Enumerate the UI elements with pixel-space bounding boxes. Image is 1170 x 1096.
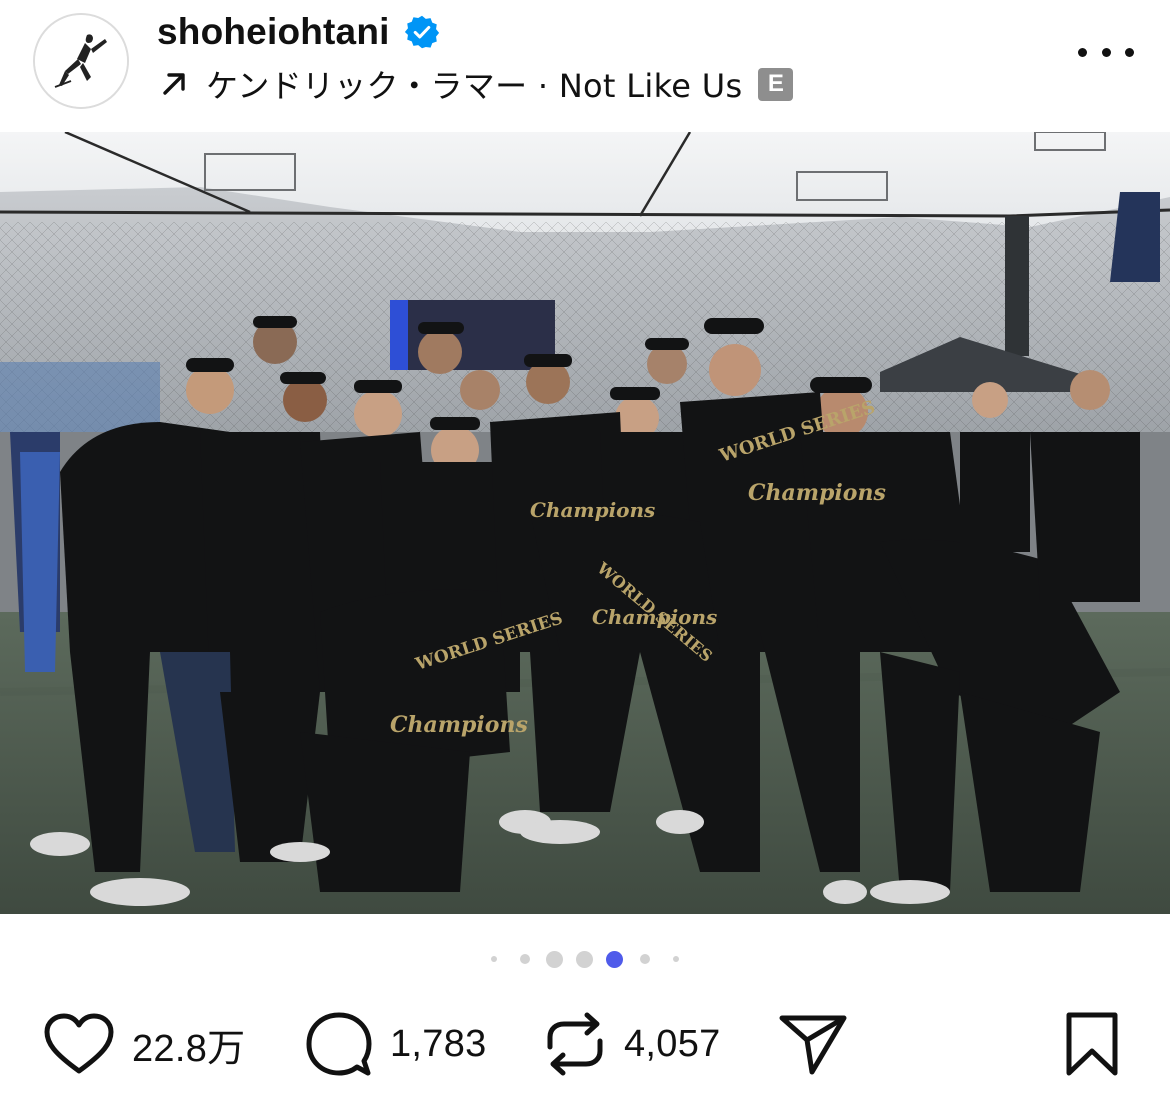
repost-icon [547, 1012, 603, 1076]
share-button[interactable] [778, 1008, 848, 1080]
comment-count: 1,783 [390, 1022, 487, 1065]
more-options-button[interactable] [1078, 36, 1134, 68]
more-dot-icon [1101, 47, 1111, 57]
shirt-text-script: Champions [530, 498, 655, 522]
username[interactable]: shoheiohtani [157, 11, 390, 53]
like-button[interactable]: 22.8万 [44, 1008, 245, 1080]
carousel-dot [576, 951, 593, 968]
more-dot-icon [1078, 47, 1087, 57]
bookmark-icon [1066, 1012, 1118, 1076]
verified-badge-icon [404, 15, 439, 49]
avatar-illustration [35, 15, 127, 107]
heart-icon [44, 1013, 114, 1074]
audio-row[interactable]: ケンドリック・ラマー · Not Like Us E [160, 61, 794, 107]
shirt-text-script: Champions [592, 605, 717, 629]
carousel-dot [546, 951, 563, 968]
post-photo[interactable]: WORLD SERIES Champions WORLD SERIES Cham… [0, 132, 1170, 914]
carousel-dot [520, 954, 530, 964]
post-header: shoheiohtani ケンドリック・ラマー · Not Like Us E [0, 0, 1170, 132]
repost-count: 4,057 [624, 1022, 721, 1065]
save-button[interactable] [1064, 1008, 1120, 1080]
carousel-indicator [0, 945, 1170, 973]
post-action-bar: 22.8万 1,783 4,057 [0, 1000, 1170, 1096]
username-row: shoheiohtani [157, 8, 440, 56]
arrow-up-right-icon [163, 73, 185, 95]
comment-button[interactable]: 1,783 [306, 1008, 487, 1080]
shirt-text-script: Champions [748, 480, 886, 506]
avatar[interactable] [33, 13, 129, 109]
carousel-dot [491, 956, 497, 962]
explicit-badge: E [758, 67, 794, 101]
more-dot-icon [1125, 47, 1134, 57]
repost-button[interactable]: 4,057 [544, 1008, 721, 1080]
team-photo-illustration: WORLD SERIES Champions WORLD SERIES Cham… [0, 132, 1170, 914]
like-count: 22.8万 [132, 1027, 246, 1070]
carousel-dot-active [606, 951, 623, 968]
carousel-dot [673, 956, 679, 962]
carousel-dot [640, 954, 650, 964]
shirt-text-script: Champions [390, 712, 528, 738]
audio-track-label[interactable]: ケンドリック・ラマー · Not Like Us [206, 61, 742, 107]
comment-bubble-icon [306, 1012, 372, 1076]
paper-plane-icon [779, 1015, 847, 1075]
